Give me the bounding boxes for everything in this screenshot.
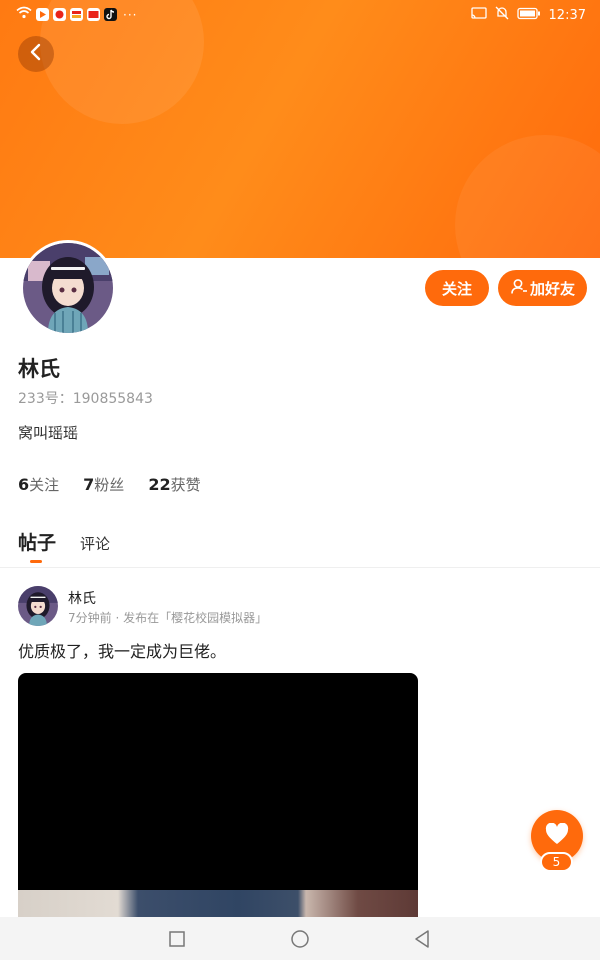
app-icon-4 — [87, 8, 100, 21]
status-left: ··· — [16, 6, 137, 23]
tiktok-icon — [104, 8, 117, 21]
profile-name: 林氏 — [18, 357, 60, 381]
app-icon-1 — [36, 8, 49, 21]
profile-tabs: 帖子 评论 — [18, 528, 110, 563]
mute-bell-icon — [495, 6, 509, 24]
stat-count: 7 — [83, 475, 95, 494]
triangle-back-icon[interactable] — [411, 928, 433, 950]
profile-uid: 233号：190855843 — [18, 391, 153, 407]
stat-count: 6 — [18, 475, 30, 494]
circle-icon[interactable] — [289, 928, 311, 950]
battery-icon — [516, 7, 541, 24]
profile-avatar[interactable] — [20, 240, 116, 336]
square-icon[interactable] — [166, 928, 188, 950]
tab-posts[interactable]: 帖子 — [18, 528, 56, 563]
add-friend-button[interactable]: 加好友 — [498, 270, 587, 306]
stat-followers[interactable]: 7粉丝 — [83, 474, 124, 495]
add-friend-label: 加好友 — [529, 279, 575, 298]
tab-comments[interactable]: 评论 — [80, 533, 110, 554]
more-notifications: ··· — [123, 7, 138, 22]
status-bar: ··· 12:37 — [0, 0, 600, 28]
stat-likes: 22获赞 — [148, 474, 200, 495]
cast-icon — [470, 6, 487, 24]
status-right: 12:37 — [470, 6, 586, 24]
post-author-avatar[interactable] — [18, 586, 58, 626]
video-frame — [18, 890, 418, 917]
stat-label: 粉丝 — [94, 476, 125, 494]
chevron-left-icon — [28, 43, 44, 65]
stat-count: 22 — [148, 475, 171, 494]
wifi-icon — [16, 6, 32, 23]
post-author-name[interactable]: 林氏 — [68, 588, 96, 608]
stat-label: 关注 — [29, 476, 60, 494]
post-meta: 7分钟前 · 发布在「樱花校园模拟器」 — [68, 611, 268, 625]
post-text[interactable]: 优质极了，我一定成为巨佬。 — [18, 638, 226, 662]
follow-button[interactable]: 关注 — [425, 270, 489, 306]
heart-icon — [545, 822, 569, 849]
system-nav-bar — [0, 917, 600, 960]
app-icon-2 — [53, 8, 66, 21]
banner-decoration — [455, 135, 600, 258]
app-icon-3 — [70, 8, 83, 21]
avatar-image — [23, 243, 113, 333]
back-button[interactable] — [18, 36, 54, 72]
add-user-icon — [510, 278, 527, 299]
profile-stats: 6关注 7粉丝 22获赞 — [18, 474, 201, 495]
post-video[interactable] — [18, 673, 418, 917]
status-time: 12:37 — [548, 7, 586, 23]
tabs-divider — [0, 567, 600, 568]
profile-bio: 窝叫瑶瑶 — [18, 424, 79, 442]
like-count-badge: 5 — [540, 852, 573, 872]
stat-label: 获赞 — [170, 476, 201, 494]
profile-banner — [0, 0, 600, 258]
stat-following[interactable]: 6关注 — [18, 474, 59, 495]
